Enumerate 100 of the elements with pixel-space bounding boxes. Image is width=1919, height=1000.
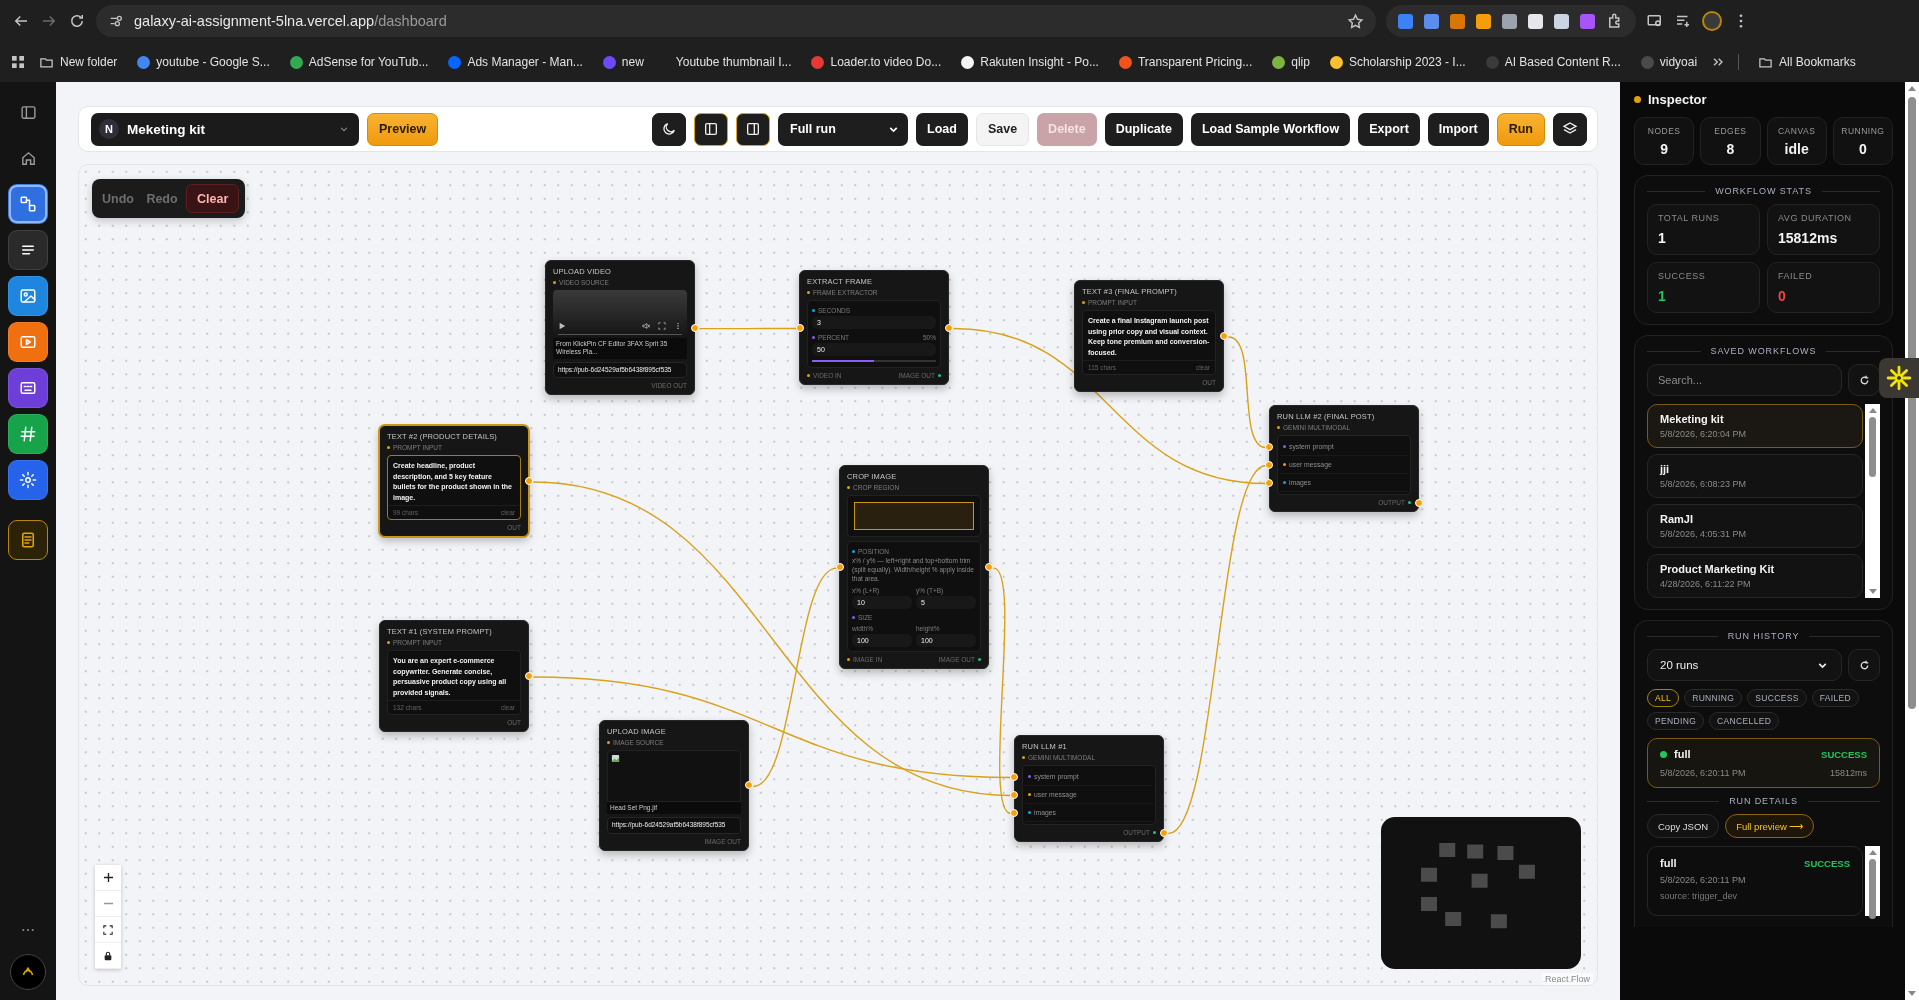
filter-chip[interactable]: RUNNING <box>1684 689 1743 707</box>
site-info-icon[interactable] <box>108 13 124 29</box>
bookmark[interactable]: Youtube thumbnail I... <box>656 55 799 69</box>
refresh-button[interactable] <box>1848 364 1880 396</box>
more-icon[interactable] <box>674 322 682 330</box>
run-item[interactable]: full SUCCESS 5/8/2026, 6:20:11 PM 15812ms <box>1647 738 1880 788</box>
bookmark[interactable]: AI Based Content R... <box>1478 55 1628 69</box>
port-handle[interactable] <box>1219 332 1228 340</box>
toolbar-button[interactable]: Export <box>1358 112 1420 146</box>
fullscreen-icon[interactable] <box>658 322 666 330</box>
crop-region[interactable] <box>854 502 974 530</box>
port-handle[interactable] <box>944 323 953 332</box>
preview-button[interactable]: Preview <box>367 112 439 146</box>
lock-icon <box>103 950 113 961</box>
workflow-date: 5/8/2026, 6:20:04 PM <box>1660 429 1748 439</box>
bookmark[interactable]: new <box>595 55 651 69</box>
copy-json-button[interactable]: Copy JSON <box>1647 814 1720 838</box>
filter-chip[interactable]: ALL <box>1647 689 1680 707</box>
workflow-item[interactable]: Product Marketing Kit 4/28/2026, 6:11:22 PM <box>1647 554 1863 598</box>
extension-icon[interactable] <box>1528 13 1543 29</box>
workflow-avatar: N <box>99 119 119 139</box>
document-icon <box>19 531 37 549</box>
run-date: 5/8/2026, 6:20:11 PM <box>1660 768 1746 778</box>
toolbar-button[interactable]: Duplicate <box>1104 112 1183 146</box>
section-title: RUN DETAILS <box>1729 796 1798 806</box>
port-handle[interactable] <box>744 781 753 790</box>
panel-toggle[interactable] <box>736 112 771 146</box>
toolbar-button[interactable]: Import <box>1427 112 1489 146</box>
panel-toggle[interactable] <box>694 112 729 146</box>
workflow-item[interactable]: jji 5/8/2026, 6:08:23 PM <box>1647 454 1863 498</box>
run-name: full <box>1660 857 1677 869</box>
plus-icon <box>102 872 114 883</box>
workflow-name: RamJI <box>1660 513 1695 525</box>
logo-icon[interactable] <box>10 954 46 990</box>
toolbar-button[interactable]: Save <box>975 112 1030 146</box>
bookmark[interactable]: Loader.to video Do... <box>804 55 949 69</box>
bookmark[interactable]: Scholarship 2023 - I... <box>1322 55 1473 69</box>
bookmark[interactable]: qlip <box>1265 55 1317 69</box>
layers-button[interactable] <box>1553 112 1587 146</box>
refresh-button[interactable] <box>1848 649 1880 681</box>
bookmark[interactable]: Transparent Pricing... <box>1111 55 1260 69</box>
workflow-select[interactable]: N Meketing kit <box>91 112 359 146</box>
bookmark[interactable]: vidyoai <box>1633 55 1705 69</box>
crop-preview[interactable] <box>847 495 981 537</box>
filter-chip[interactable]: FAILED <box>1811 689 1860 707</box>
filter-chip[interactable]: PENDING <box>1647 712 1705 730</box>
bookmark[interactable]: youtube - Google S... <box>130 55 277 69</box>
lock-button[interactable] <box>95 943 121 969</box>
mute-icon[interactable] <box>642 322 650 330</box>
tool-button[interactable] <box>8 520 48 560</box>
extension-icon[interactable] <box>1502 13 1517 29</box>
stat-label: CANVAS <box>1777 126 1816 136</box>
port-handle[interactable] <box>795 323 804 332</box>
clear-button[interactable]: Clear <box>186 184 240 213</box>
workflow-item[interactable]: Meketing kit 5/8/2026, 6:20:04 PM <box>1647 404 1863 448</box>
workflow-date: 5/8/2026, 6:08:23 PM <box>1660 479 1748 489</box>
workflow-canvas[interactable] <box>78 164 1598 986</box>
apps-icon[interactable] <box>10 54 26 70</box>
extension-icon[interactable] <box>1554 13 1569 29</box>
fit-view-button[interactable] <box>95 917 121 943</box>
address-bar[interactable]: galaxy-ai-assignment-5lna.vercel.app/dashboard <box>96 5 1376 37</box>
run-mode-select[interactable]: Full run <box>778 112 909 146</box>
filter-chip[interactable]: SUCCESS <box>1747 689 1807 707</box>
flow-icon <box>19 195 37 213</box>
scrollbar[interactable] <box>1865 846 1880 916</box>
port-handle[interactable] <box>1159 828 1168 837</box>
bookmark-star-icon[interactable] <box>1347 12 1364 30</box>
bookmark[interactable]: All Bookmarks <box>1751 54 1863 70</box>
reload-icon[interactable] <box>68 12 86 30</box>
bookmark[interactable]: New folder <box>32 54 125 70</box>
toolbar-button[interactable]: Load Sample Workflow <box>1190 112 1351 146</box>
attribution-link[interactable]: React Flow <box>1542 973 1593 985</box>
toolbar-button[interactable]: Run <box>1496 112 1545 146</box>
port-handle[interactable] <box>690 323 699 332</box>
assistant-button[interactable] <box>1879 358 1919 398</box>
panel-left-icon <box>703 121 720 137</box>
theme-toggle[interactable] <box>652 112 687 146</box>
play-icon[interactable] <box>558 322 566 330</box>
run-limit-select[interactable]: 20 runs <box>1647 649 1842 681</box>
toolbar-button[interactable]: Load <box>916 112 968 146</box>
search-field[interactable]: Search... <box>1647 364 1842 396</box>
workflow-item[interactable]: RamJI 5/8/2026, 4:05:31 PM <box>1647 504 1863 548</box>
full-preview-button[interactable]: Full preview ⟶ <box>1725 814 1815 838</box>
scrollbar[interactable] <box>1865 404 1880 598</box>
port-handle[interactable] <box>984 563 993 572</box>
bookmark[interactable]: Ads Manager - Man... <box>441 55 590 69</box>
profile-avatar[interactable] <box>1702 11 1722 31</box>
zoom-in-button[interactable] <box>95 865 121 891</box>
port-handle[interactable] <box>835 563 844 572</box>
bookmark[interactable]: AdSense for YouTub... <box>282 55 436 69</box>
port-handle[interactable] <box>1414 498 1423 507</box>
port-handle[interactable] <box>524 672 533 680</box>
bookmark[interactable]: Rakuten Insight - Po... <box>954 55 1106 69</box>
scrollbar[interactable] <box>1905 82 1919 1000</box>
panel-right-icon <box>745 121 762 137</box>
port-handle[interactable] <box>524 477 533 485</box>
panel-title: Inspector <box>1648 92 1707 107</box>
stat-label: TOTAL RUNS <box>1658 213 1721 223</box>
extension-icon[interactable] <box>1476 13 1491 29</box>
filter-chip[interactable]: CANCELLED <box>1709 712 1780 730</box>
